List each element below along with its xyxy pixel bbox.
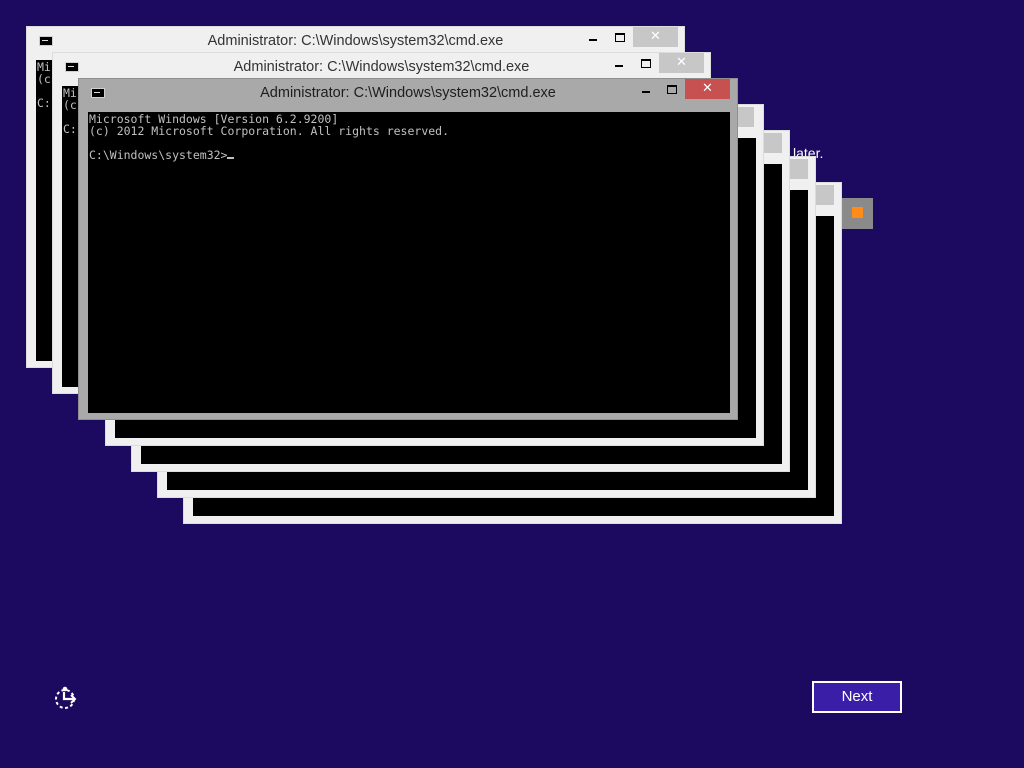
cmd-window-active[interactable]: Administrator: C:\Windows\system32\cmd.e… (78, 78, 738, 420)
maximize-button[interactable] (633, 53, 659, 73)
maximize-icon (641, 59, 651, 68)
close-button[interactable]: ✕ (633, 27, 678, 47)
title-bar[interactable]: Administrator: C:\Windows\system32\cmd.e… (27, 27, 684, 53)
maximize-button[interactable] (659, 79, 685, 99)
minimize-icon (589, 38, 597, 41)
maximize-icon (615, 33, 625, 42)
console-area[interactable]: Microsoft Windows [Version 6.2.9200] (c) … (88, 112, 730, 413)
maximize-button[interactable] (607, 27, 633, 47)
minimize-icon (642, 90, 650, 93)
title-bar[interactable]: Administrator: C:\Windows\system32\cmd.e… (53, 53, 710, 79)
minimize-button[interactable] (580, 27, 606, 47)
next-button[interactable]: Next (812, 681, 902, 713)
text-cursor (227, 157, 235, 159)
console-prompt-line: C:\Windows\system32> (89, 149, 730, 161)
maximize-icon (667, 85, 677, 94)
minimize-button[interactable] (606, 53, 632, 73)
minimize-button[interactable] (633, 79, 659, 99)
console-line: (c) 2012 Microsoft Corporation. All righ… (89, 124, 450, 138)
setup-screen: later. ✕ ✕ ✕ Administrator: C:\Windows\s… (0, 0, 1024, 768)
close-icon: ✕ (650, 29, 661, 44)
background-app-tile (842, 198, 873, 229)
close-button[interactable]: ✕ (659, 53, 704, 73)
title-bar[interactable]: Administrator: C:\Windows\system32\cmd.e… (79, 79, 737, 105)
minimize-icon (615, 64, 623, 67)
close-button[interactable]: ✕ (685, 79, 730, 99)
close-icon: ✕ (702, 81, 713, 96)
ease-of-access-icon[interactable] (52, 684, 80, 712)
orange-square-icon (852, 207, 863, 218)
console-prompt: C:\Windows\system32> (89, 148, 228, 162)
close-icon: ✕ (676, 55, 687, 70)
